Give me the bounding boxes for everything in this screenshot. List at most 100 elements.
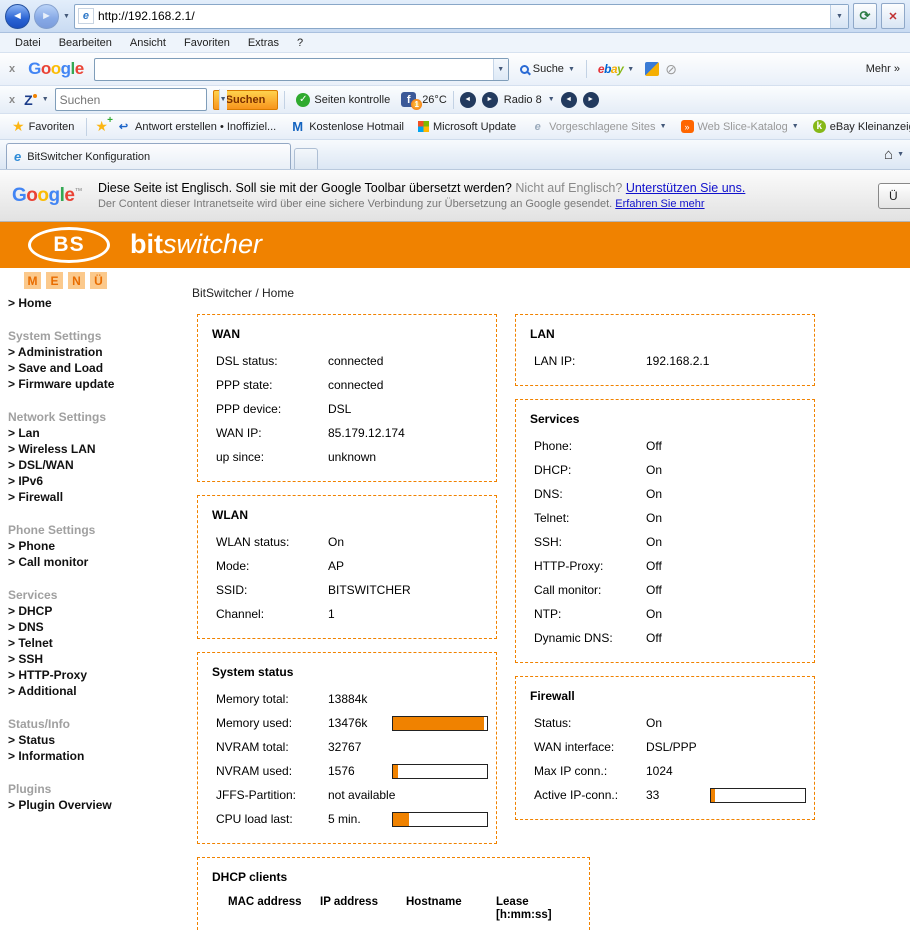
new-tab-button[interactable] [294,148,318,169]
usage-bar [392,812,488,827]
support-link[interactable]: Unterstützen Sie uns. [626,181,746,195]
sidebar-item-plugin-overview[interactable]: Plugin Overview [8,797,180,813]
radio-back-button[interactable]: ◄ [561,92,577,108]
brand-title: bitswitcher [130,229,262,260]
favorite-item[interactable]: eVorgeschlagene Sites▼ [530,119,666,134]
radio-next-button[interactable]: ► [583,92,599,108]
learn-more-link[interactable]: Erfahren Sie mehr [615,198,704,210]
tab-bitswitcher[interactable]: e BitSwitcher Konfiguration [6,143,291,169]
sidebar-item-ipv6[interactable]: IPv6 [8,473,180,489]
address-field[interactable]: e ▼ [74,4,849,29]
chevron-down-icon[interactable]: ▼ [42,96,49,103]
row-label: Max IP conn.: [534,764,646,778]
favorite-item[interactable]: MKostenlose Hotmail [290,119,404,134]
panel-row: Active IP-conn.:33 [530,783,802,807]
url-input[interactable] [98,9,826,23]
row-label: HTTP-Proxy: [534,559,646,573]
panel-row: DNS:On [530,482,802,506]
radio-play-button[interactable]: ► [482,92,498,108]
row-value: DSL/PPP [646,740,708,754]
toolbar2-search-input[interactable] [56,93,219,107]
chevron-down-icon[interactable]: ▼ [897,151,904,158]
row-value: 192.168.2.1 [646,354,708,368]
forward-button[interactable]: ► [34,4,59,29]
toolbar2-search-dropdown[interactable]: ▼ [219,89,227,110]
sidebar-item-http-proxy[interactable]: HTTP-Proxy [8,667,180,683]
chevron-down-icon[interactable]: ▼ [548,96,555,103]
panel-row: JFFS-Partition:not available [212,783,484,807]
row-label: WAN interface: [534,740,646,754]
ebay-button[interactable]: ebay ▼ [593,60,639,78]
suggested-sites-icon: e [530,119,545,134]
row-label: Status: [534,716,646,730]
sidebar-heading-plugins: Plugins [8,781,180,797]
radio-prev-button[interactable]: ◄ [460,92,476,108]
chevron-down-icon: ▼ [568,66,575,73]
sidebar-item-phone[interactable]: Phone [8,538,180,554]
chevron-down-icon: ▼ [497,66,504,73]
search-history-dropdown[interactable]: ▼ [493,59,508,80]
seitenkontrolle-button[interactable]: ✓ Seiten kontrolle [291,91,395,109]
sidebar-item-dhcp[interactable]: DHCP [8,603,180,619]
sidebar-item-administration[interactable]: Administration [8,344,180,360]
menu-[interactable]: ? [288,37,312,49]
menu-datei[interactable]: Datei [6,37,50,49]
favorite-item[interactable]: »Web Slice-Katalog▼ [681,120,799,133]
radio-station-label[interactable]: Radio 8 [504,94,542,106]
weather-widget[interactable]: 26°C [422,94,447,106]
panel-row: LAN IP:192.168.2.1 [530,349,802,373]
sidebar-item-information[interactable]: Information [8,748,180,764]
row-value: 1024 [646,764,708,778]
row-value: On [646,511,708,525]
sidebar-item-status[interactable]: Status [8,732,180,748]
sidebar-item-telnet[interactable]: Telnet [8,635,180,651]
z-logo[interactable]: Z [24,92,36,108]
popup-blocker-icon[interactable]: ⊘ [665,61,677,78]
favorite-item[interactable]: ↩Antwort erstellen • Inoffiziel... [116,119,276,134]
menu-ansicht[interactable]: Ansicht [121,37,175,49]
home-icon[interactable]: ⌂ [884,146,893,163]
panel-row: up since:unknown [212,445,484,469]
row-label: DNS: [534,487,646,501]
url-dropdown-button[interactable]: ▼ [830,5,848,28]
usage-bar-fill [711,789,715,802]
panel-row: Call monitor:Off [530,578,802,602]
toolbar-extra-icon[interactable] [645,62,659,76]
google-search-input[interactable] [95,62,493,76]
sidebar-item-ssh[interactable]: SSH [8,651,180,667]
sidebar-item-dns[interactable]: DNS [8,619,180,635]
sidebar-item-call-monitor[interactable]: Call monitor [8,554,180,570]
google-search-field: ▼ [94,58,509,81]
stop-button[interactable]: ✕ [881,3,905,29]
menu-bearbeiten[interactable]: Bearbeiten [50,37,121,49]
favorite-item[interactable]: Microsoft Update [418,121,516,133]
panel-title: Firewall [530,689,802,703]
refresh-button[interactable]: ⟳ [853,3,877,29]
translate-button[interactable]: Ü [878,183,910,209]
sidebar-item-firewall[interactable]: Firewall [8,489,180,505]
suche-button[interactable]: Suche ▼ [515,61,580,77]
close-google-toolbar-icon[interactable]: x [6,63,18,75]
row-label: Phone: [534,439,646,453]
sidebar-item-home[interactable]: Home [8,295,180,311]
facebook-icon[interactable]: f 1 [401,92,416,107]
sidebar-item-lan[interactable]: Lan [8,425,180,441]
translate-muted-text: Nicht auf Englisch? [515,181,622,195]
usage-bar [392,716,488,731]
favoriten-button[interactable]: ★ Favoriten [8,116,78,137]
sidebar-item-wireless-lan[interactable]: Wireless LAN [8,441,180,457]
menu-favoriten[interactable]: Favoriten [175,37,239,49]
sidebar-item-save-and-load[interactable]: Save and Load [8,360,180,376]
favorite-item[interactable]: keBay Kleinanzeigen Be... [813,120,910,133]
add-favorite-icon[interactable]: ★ [95,118,108,135]
back-button[interactable]: ◄ [5,4,30,29]
history-dropdown-icon[interactable]: ▼ [63,13,70,20]
mehr-button[interactable]: Mehr » [866,63,904,75]
ebay-logo-icon: ebay [598,62,623,76]
sidebar-item-additional[interactable]: Additional [8,683,180,699]
sidebar-item-dsl-wan[interactable]: DSL/WAN [8,457,180,473]
sidebar-item-firmware-update[interactable]: Firmware update [8,376,180,392]
row-label: SSID: [216,583,328,597]
menu-extras[interactable]: Extras [239,37,288,49]
close-second-toolbar-icon[interactable]: x [6,94,18,106]
